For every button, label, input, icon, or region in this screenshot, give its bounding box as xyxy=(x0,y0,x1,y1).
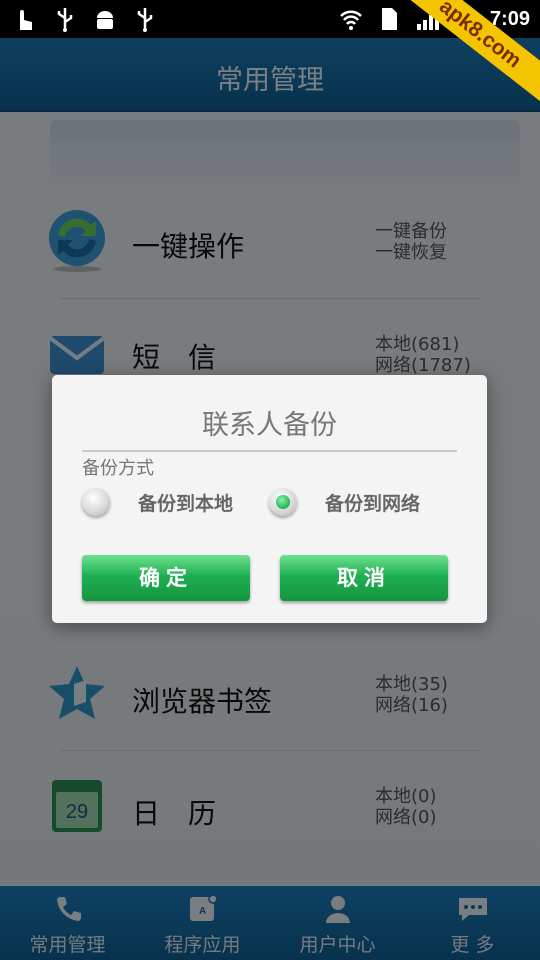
usb-icon xyxy=(132,6,158,32)
radio-backup-local[interactable]: 备份到本地 xyxy=(82,485,233,519)
radio-button[interactable] xyxy=(82,488,110,516)
backup-method-label: 备份方式 xyxy=(82,458,154,479)
wifi-icon xyxy=(338,6,364,32)
radio-label: 备份到本地 xyxy=(138,492,234,515)
radio-backup-network[interactable]: 备份到网络 xyxy=(269,485,420,519)
cancel-button[interactable]: 取消 xyxy=(280,555,448,601)
confirm-button[interactable]: 确定 xyxy=(82,555,250,601)
android-icon xyxy=(92,6,118,32)
radio-button[interactable] xyxy=(269,488,297,516)
sim-icon xyxy=(376,6,402,32)
dialog-divider xyxy=(82,450,457,452)
dialog-title: 联系人备份 xyxy=(202,410,337,441)
radio-label: 备份到网络 xyxy=(325,492,421,515)
touch-icon xyxy=(12,6,38,32)
backup-dialog: 联系人备份 备份方式 备份到本地 备份到网络 确定 取消 xyxy=(52,375,487,623)
usb-icon xyxy=(52,6,78,32)
